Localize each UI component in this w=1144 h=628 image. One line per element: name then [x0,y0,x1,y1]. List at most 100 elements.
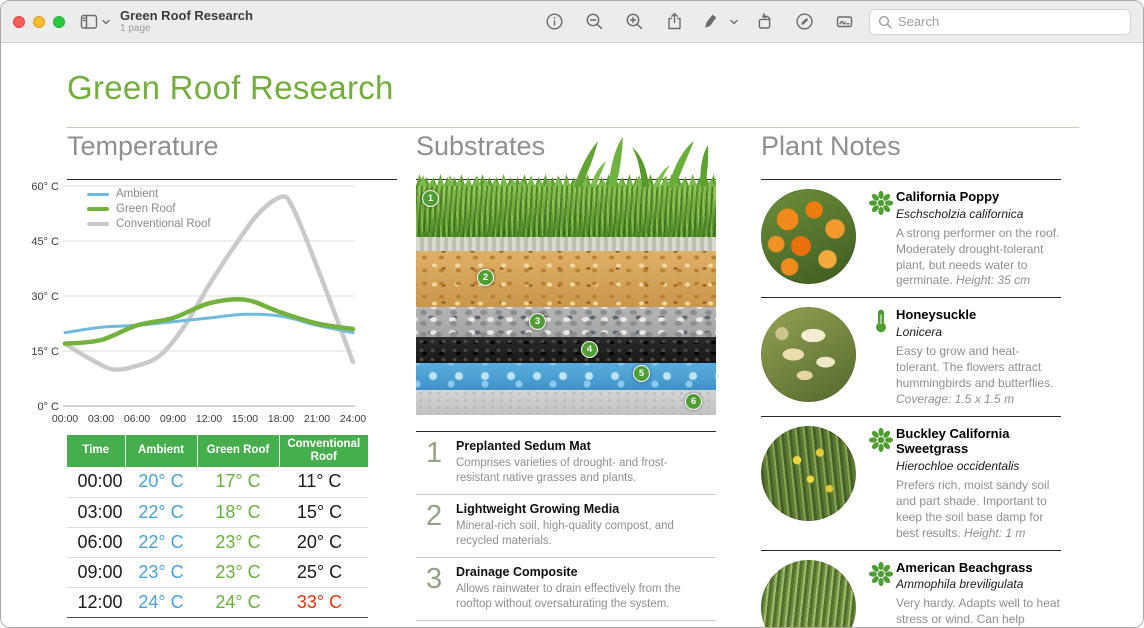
info-icon [545,12,564,31]
legend-label: Conventional Roof [116,218,211,230]
plant-photo [761,560,856,628]
markup-pencil-icon [795,12,814,31]
minimize-button[interactable] [33,16,45,28]
zoom-out-button[interactable] [581,9,607,35]
substrate-description: Allows rainwater to drain effectively fr… [456,582,704,612]
temperature-chart: 0° C15° C30° C45° C60° C00:0003:0006:000… [31,176,379,428]
close-button[interactable] [13,16,25,28]
sidebar-toggle-button[interactable] [79,9,110,35]
plant-list: California Poppy Eschscholzia californic… [761,180,1061,628]
sign-button[interactable] [831,9,857,35]
svg-text:15:00: 15:00 [232,413,258,425]
svg-text:45° C: 45° C [31,236,59,248]
plant-photo [761,426,856,521]
time-cell: 00:00 [67,467,125,497]
substrate-item: 1 Preplanted Sedum Mat Comprises varieti… [416,432,716,495]
svg-text:15° C: 15° C [31,346,59,358]
flower-icon [866,561,896,587]
ambient-cell: 23° C [125,557,197,587]
conventional-cell: 33° C [279,587,368,617]
plant-name: Honeysuckle [896,307,1061,323]
rotate-icon [755,12,774,31]
conventional-cell: 15° C [279,497,368,527]
doc-title: Green Roof Research [67,69,394,107]
svg-text:30° C: 30° C [31,291,59,303]
section-heading-substrates: Substrates [416,131,545,162]
table-row: 12:00 24° C 24° C 33° C [67,587,368,617]
ambient-cell: 22° C [125,527,197,557]
svg-text:0° C: 0° C [37,401,59,413]
ambient-cell: 20° C [125,467,197,497]
plant-photo [761,307,856,402]
svg-text:24:00: 24:00 [340,413,366,425]
table-header: Ambient [125,435,197,467]
zoom-in-button[interactable] [621,9,647,35]
green-roof-cell: 17° C [197,467,279,497]
layer-badge: 2 [477,269,494,286]
plant-latin-name: Ammophila breviligulata [896,577,1061,591]
plant-latin-name: Eschscholzia californica [896,207,1061,221]
title-divider [67,127,1079,128]
plant-stat: Coverage: 1.5 x 1.5 m [896,392,1014,406]
share-icon [665,12,684,31]
green-roof-cell: 24° C [197,587,279,617]
plant-name: California Poppy [896,189,1061,205]
layer-roof-deck [416,390,716,415]
time-cell: 03:00 [67,497,125,527]
plant-entry: California Poppy Eschscholzia californic… [761,180,1061,298]
window-title-block: Green Roof Research 1 page [120,8,253,36]
svg-text:12:00: 12:00 [196,413,222,425]
plant-description: Very hardy. Adapts well to heat stress o… [896,596,1061,628]
substrate-description: Mineral-rich soil, high-quality compost,… [456,519,704,549]
substrate-title: Drainage Composite [456,565,704,579]
plant-name: Buckley California Sweetgrass [896,426,1061,457]
layer-root-barrier [416,337,716,363]
substrate-item: 4 Root Barrier Keeps roots from penetrat… [416,621,716,628]
legend-item: Ambient [87,188,211,200]
thermometer-icon [866,308,896,334]
legend-label: Ambient [116,188,158,200]
substrate-description: Comprises varieties of drought- and fros… [456,456,704,486]
window-title: Green Roof Research [120,8,253,24]
plant-stat: Height: 35 cm [956,273,1030,287]
svg-text:18:00: 18:00 [268,413,294,425]
substrate-item: 2 Lightweight Growing Media Mineral-rich… [416,495,716,558]
fullscreen-button[interactable] [53,16,65,28]
highlight-menu-button[interactable] [727,9,741,35]
plant-entry: American Beachgrass Ammophila breviligul… [761,551,1061,628]
section-heading-temperature: Temperature [67,131,219,162]
legend-item: Green Roof [87,203,211,215]
rotate-button[interactable] [751,9,777,35]
plant-entry: Honeysuckle Lonicera Easy to grow and he… [761,298,1061,416]
markup-button[interactable] [791,9,817,35]
zoom-out-icon [585,12,604,31]
search-field[interactable] [869,9,1131,35]
conventional-cell: 25° C [279,557,368,587]
chevron-down-icon [730,19,738,25]
plant-description: Easy to grow and heat-tolerant. The flow… [896,344,1061,408]
temperature-table: TimeAmbientGreen RoofConventional Roof 0… [67,435,368,618]
substrate-title: Lightweight Growing Media [456,502,704,516]
titlebar: Green Roof Research 1 page [1,1,1143,43]
svg-text:03:00: 03:00 [88,413,114,425]
layer-grass [416,185,716,237]
search-input[interactable] [898,14,1122,29]
layer-drainage [416,363,716,390]
share-button[interactable] [661,9,687,35]
time-cell: 06:00 [67,527,125,557]
green-roof-cell: 23° C [197,527,279,557]
plant-latin-name: Lonicera [896,325,1061,339]
table-header-row: TimeAmbientGreen RoofConventional Roof [67,435,368,467]
layer-badge: 4 [581,341,598,358]
green-roof-cell: 18° C [197,497,279,527]
grass-tuft-decoration [556,135,716,187]
info-button[interactable] [541,9,567,35]
legend-swatch [87,207,109,212]
table-row: 03:00 22° C 18° C 15° C [67,497,368,527]
plant-photo [761,189,856,284]
legend-label: Green Roof [116,203,175,215]
time-cell: 09:00 [67,557,125,587]
highlight-button[interactable] [697,9,723,35]
substrate-number: 2 [416,502,456,549]
search-icon [878,15,892,29]
